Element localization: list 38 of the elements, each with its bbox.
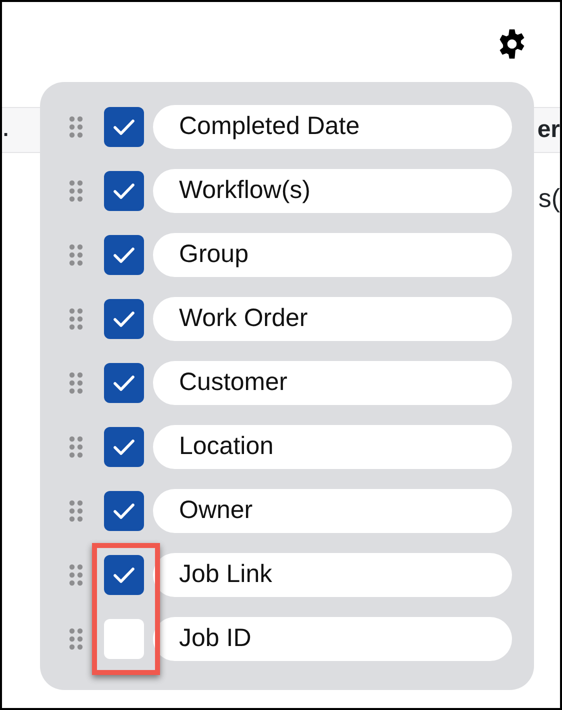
drag-handle-icon[interactable]: [68, 307, 84, 331]
drag-handle-icon[interactable]: [68, 435, 84, 459]
checkmark-icon: [113, 246, 135, 264]
column-option[interactable]: Job ID: [153, 617, 512, 661]
drag-handle-icon[interactable]: [68, 115, 84, 139]
checkbox[interactable]: [104, 427, 144, 467]
drag-handle-icon[interactable]: [68, 371, 84, 395]
column-option[interactable]: Location: [153, 425, 512, 469]
column-option[interactable]: Workflow(s): [153, 169, 512, 213]
column-option[interactable]: Completed Date: [153, 105, 512, 149]
column-option[interactable]: Group: [153, 233, 512, 277]
drag-handle-icon[interactable]: [68, 627, 84, 651]
checkmark-icon: [113, 374, 135, 392]
column-header: er: [537, 115, 560, 145]
checkmark-icon: [113, 118, 135, 136]
checkmark-icon: [113, 566, 135, 584]
checkbox[interactable]: [104, 363, 144, 403]
checkmark-icon: [113, 438, 135, 456]
drag-handle-icon[interactable]: [68, 243, 84, 267]
checkmark-icon: [113, 182, 135, 200]
checkbox[interactable]: [104, 299, 144, 339]
column-header: .: [2, 118, 9, 143]
column-option[interactable]: Customer: [153, 361, 512, 405]
checkbox[interactable]: [104, 491, 144, 531]
column-option[interactable]: Job Link: [153, 553, 512, 597]
column-option[interactable]: Work Order: [153, 297, 512, 341]
checkmark-icon: [113, 310, 135, 328]
checkbox[interactable]: [104, 619, 144, 659]
checkbox[interactable]: [104, 107, 144, 147]
drag-handle-icon[interactable]: [68, 499, 84, 523]
checkbox[interactable]: [104, 235, 144, 275]
drag-handle-icon[interactable]: [68, 563, 84, 587]
checkbox[interactable]: [104, 555, 144, 595]
table-cell-text: s(: [538, 182, 560, 215]
checkbox[interactable]: [104, 171, 144, 211]
drag-handle-icon[interactable]: [68, 179, 84, 203]
checkmark-icon: [113, 502, 135, 520]
column-option[interactable]: Owner: [153, 489, 512, 533]
